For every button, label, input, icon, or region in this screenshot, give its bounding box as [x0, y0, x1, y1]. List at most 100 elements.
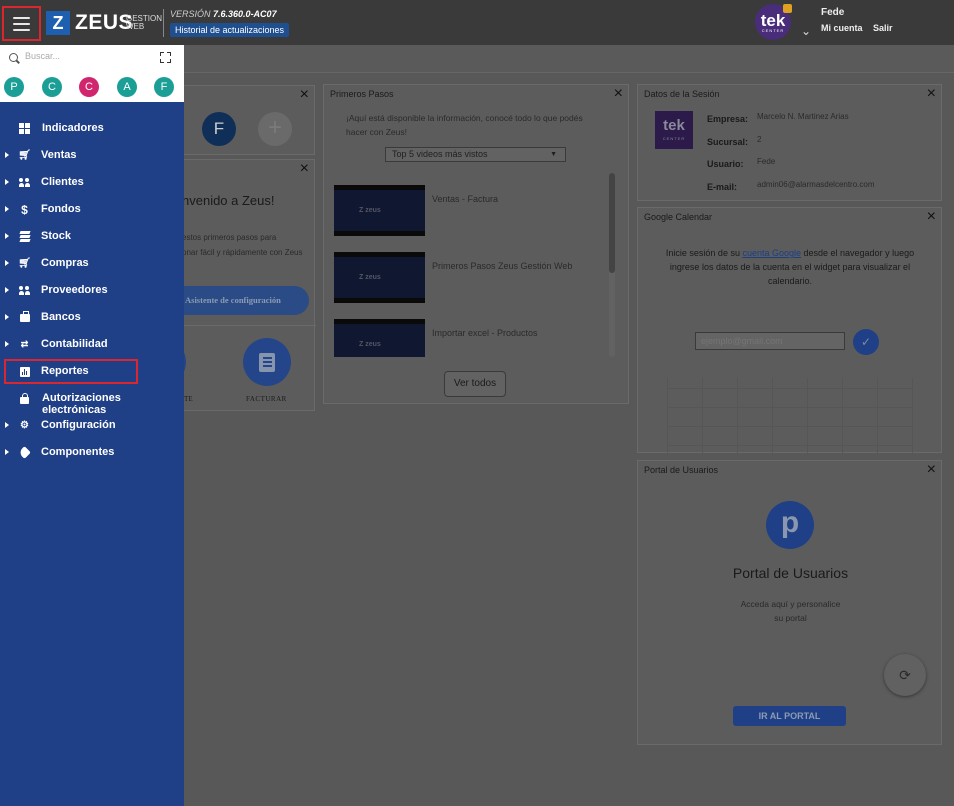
company-logo-text: tek	[663, 117, 685, 134]
logout-link[interactable]: Salir	[873, 23, 893, 33]
fullscreen-icon[interactable]	[160, 52, 171, 63]
video-title: Ventas - Factura	[432, 194, 499, 204]
update-history-button[interactable]: Historial de actualizaciones	[170, 23, 290, 37]
version-text: VERSIÓN 7.6.360.0-AC07	[170, 9, 277, 19]
confirm-button[interactable]: ✓	[853, 329, 879, 355]
welcome-text: estos primeros pasos para onar fácil y r…	[182, 233, 303, 257]
company-logo-subtext: CENTER	[662, 136, 686, 141]
hamburger-menu-button[interactable]	[2, 6, 41, 41]
sidebar-item-componentes[interactable]: Componentes	[0, 439, 184, 466]
video-scrollbar[interactable]	[609, 173, 615, 357]
caret-right-icon	[5, 314, 9, 320]
video-thumbnail: Z zeus	[334, 252, 425, 303]
quick-avatar-f[interactable]: F	[202, 112, 236, 146]
close-icon[interactable]: ×	[300, 86, 309, 104]
calendar-preview	[667, 378, 913, 454]
widget-title: Portal de Usuarios	[644, 465, 719, 475]
sidebar-item-label: Componentes	[41, 446, 115, 458]
session-label: E-mail:	[707, 182, 738, 192]
sidebar-item-autorizaciones[interactable]: Autorizaciones electrónicas	[0, 385, 184, 416]
calendar-text-before: Inicie sesión de su	[665, 248, 743, 258]
quick-access-c-pink[interactable]: C	[79, 77, 99, 97]
session-value: admin06@alarmasdelcentro.com	[757, 180, 875, 189]
caret-right-icon	[5, 341, 9, 347]
logo-subtitle: GESTION WEB	[126, 15, 162, 31]
session-label: Sucursal:	[707, 137, 749, 147]
company-logo: tek CENTER	[655, 111, 693, 149]
sidebar-item-stock[interactable]: Stock	[0, 223, 184, 250]
sidebar-search-area: P C C A F	[0, 45, 184, 102]
user-name: Fede	[821, 7, 845, 18]
search-icon	[9, 53, 18, 62]
quick-access-a[interactable]: A	[117, 77, 137, 97]
hamburger-icon	[13, 16, 30, 31]
caret-right-icon	[5, 422, 9, 428]
add-quick-access-icon[interactable]: +	[258, 112, 292, 146]
my-account-link[interactable]: Mi cuenta	[821, 23, 863, 33]
widget-title: Primeros Pasos	[330, 89, 394, 99]
layers-icon	[18, 231, 31, 242]
sidebar-item-contabilidad[interactable]: ⇄ Contabilidad	[0, 331, 184, 358]
briefcase-icon	[19, 310, 30, 323]
email-field[interactable]	[695, 332, 845, 350]
widget-title: Google Calendar	[644, 212, 713, 222]
close-icon[interactable]: ×	[614, 85, 623, 103]
ledger-icon: ⇄	[20, 339, 29, 349]
video-thumbnail: Z zeus	[334, 185, 425, 236]
session-value: Marcelo N. Martinez Arias	[757, 112, 849, 121]
quick-access-f[interactable]: F	[154, 77, 174, 97]
scrollbar-thumb[interactable]	[609, 173, 615, 273]
sidebar-item-indicadores[interactable]: Indicadores	[0, 115, 184, 142]
version-number: 7.6.360.0-AC07	[213, 9, 277, 19]
sidebar-item-reportes[interactable]: Reportes	[0, 358, 184, 385]
close-icon[interactable]: ×	[927, 208, 936, 226]
sidebar-nav: Indicadores 🛒︎ Ventas Clientes $ Fondos …	[0, 115, 184, 466]
sidebar-item-bancos[interactable]: Bancos	[0, 304, 184, 331]
video-title: Importar excel - Productos	[432, 328, 538, 338]
users-icon	[19, 177, 30, 188]
close-icon[interactable]: ×	[927, 85, 936, 103]
sidebar-item-label: Reportes	[41, 365, 89, 377]
sidebar-item-label: Indicadores	[42, 122, 104, 134]
caret-right-icon	[5, 287, 9, 293]
sidebar-item-ventas[interactable]: 🛒︎ Ventas	[0, 142, 184, 169]
sidebar-item-label: Ventas	[41, 149, 77, 161]
sidebar-item-fondos[interactable]: $ Fondos	[0, 196, 184, 223]
cart-icon: 🛒︎	[18, 150, 31, 161]
dashboard-icon	[19, 123, 30, 134]
invoice-action-button[interactable]	[243, 338, 291, 386]
share-button[interactable]: ⟳	[884, 654, 926, 696]
sidebar-item-proveedores[interactable]: Proveedores	[0, 277, 184, 304]
video-filter-select[interactable]: Top 5 videos más vistos ▼	[385, 147, 566, 162]
gears-icon: ⚙	[20, 420, 29, 431]
widget-title: Datos de la Sesión	[644, 89, 720, 99]
go-to-portal-button[interactable]: IR AL PORTAL	[733, 706, 846, 726]
caret-right-icon	[5, 179, 9, 185]
caret-right-icon	[5, 206, 9, 212]
users-icon	[19, 285, 30, 296]
search-input[interactable]	[25, 51, 145, 61]
close-icon[interactable]: ×	[927, 461, 936, 479]
sidebar-item-compras[interactable]: 🛒︎ Compras	[0, 250, 184, 277]
content-toolbar	[184, 45, 954, 73]
close-icon[interactable]: ×	[300, 160, 309, 178]
top-bar: Z ZEUS GESTION WEB VERSIÓN 7.6.360.0-AC0…	[0, 0, 954, 45]
logo-divider	[163, 9, 164, 37]
sidebar-item-clientes[interactable]: Clientes	[0, 169, 184, 196]
quick-access-c[interactable]: C	[42, 77, 62, 97]
portal-subtext-line-1: Acceda aquí y personalice	[740, 599, 841, 609]
see-all-button[interactable]: Ver todos	[444, 371, 506, 397]
session-label: Empresa:	[707, 114, 749, 124]
google-account-link[interactable]: cuenta Google	[742, 248, 801, 258]
zeus-logo-word: ZEUS	[75, 11, 134, 34]
sidebar-item-configuracion[interactable]: ⚙ Configuración	[0, 412, 184, 439]
chevron-down-icon[interactable]: ⌄	[801, 24, 811, 38]
version-label: VERSIÓN	[170, 9, 211, 19]
sidebar-item-label: Fondos	[41, 203, 81, 215]
quick-access-p[interactable]: P	[4, 77, 24, 97]
caret-down-icon: ▼	[550, 151, 557, 158]
portal-heading: Portal de Usuarios	[732, 565, 849, 581]
share-icon: ⟳	[899, 667, 911, 683]
first-steps-widget: Primeros Pasos × ¡Aquí está disponible l…	[323, 84, 629, 404]
caret-right-icon	[5, 152, 9, 158]
